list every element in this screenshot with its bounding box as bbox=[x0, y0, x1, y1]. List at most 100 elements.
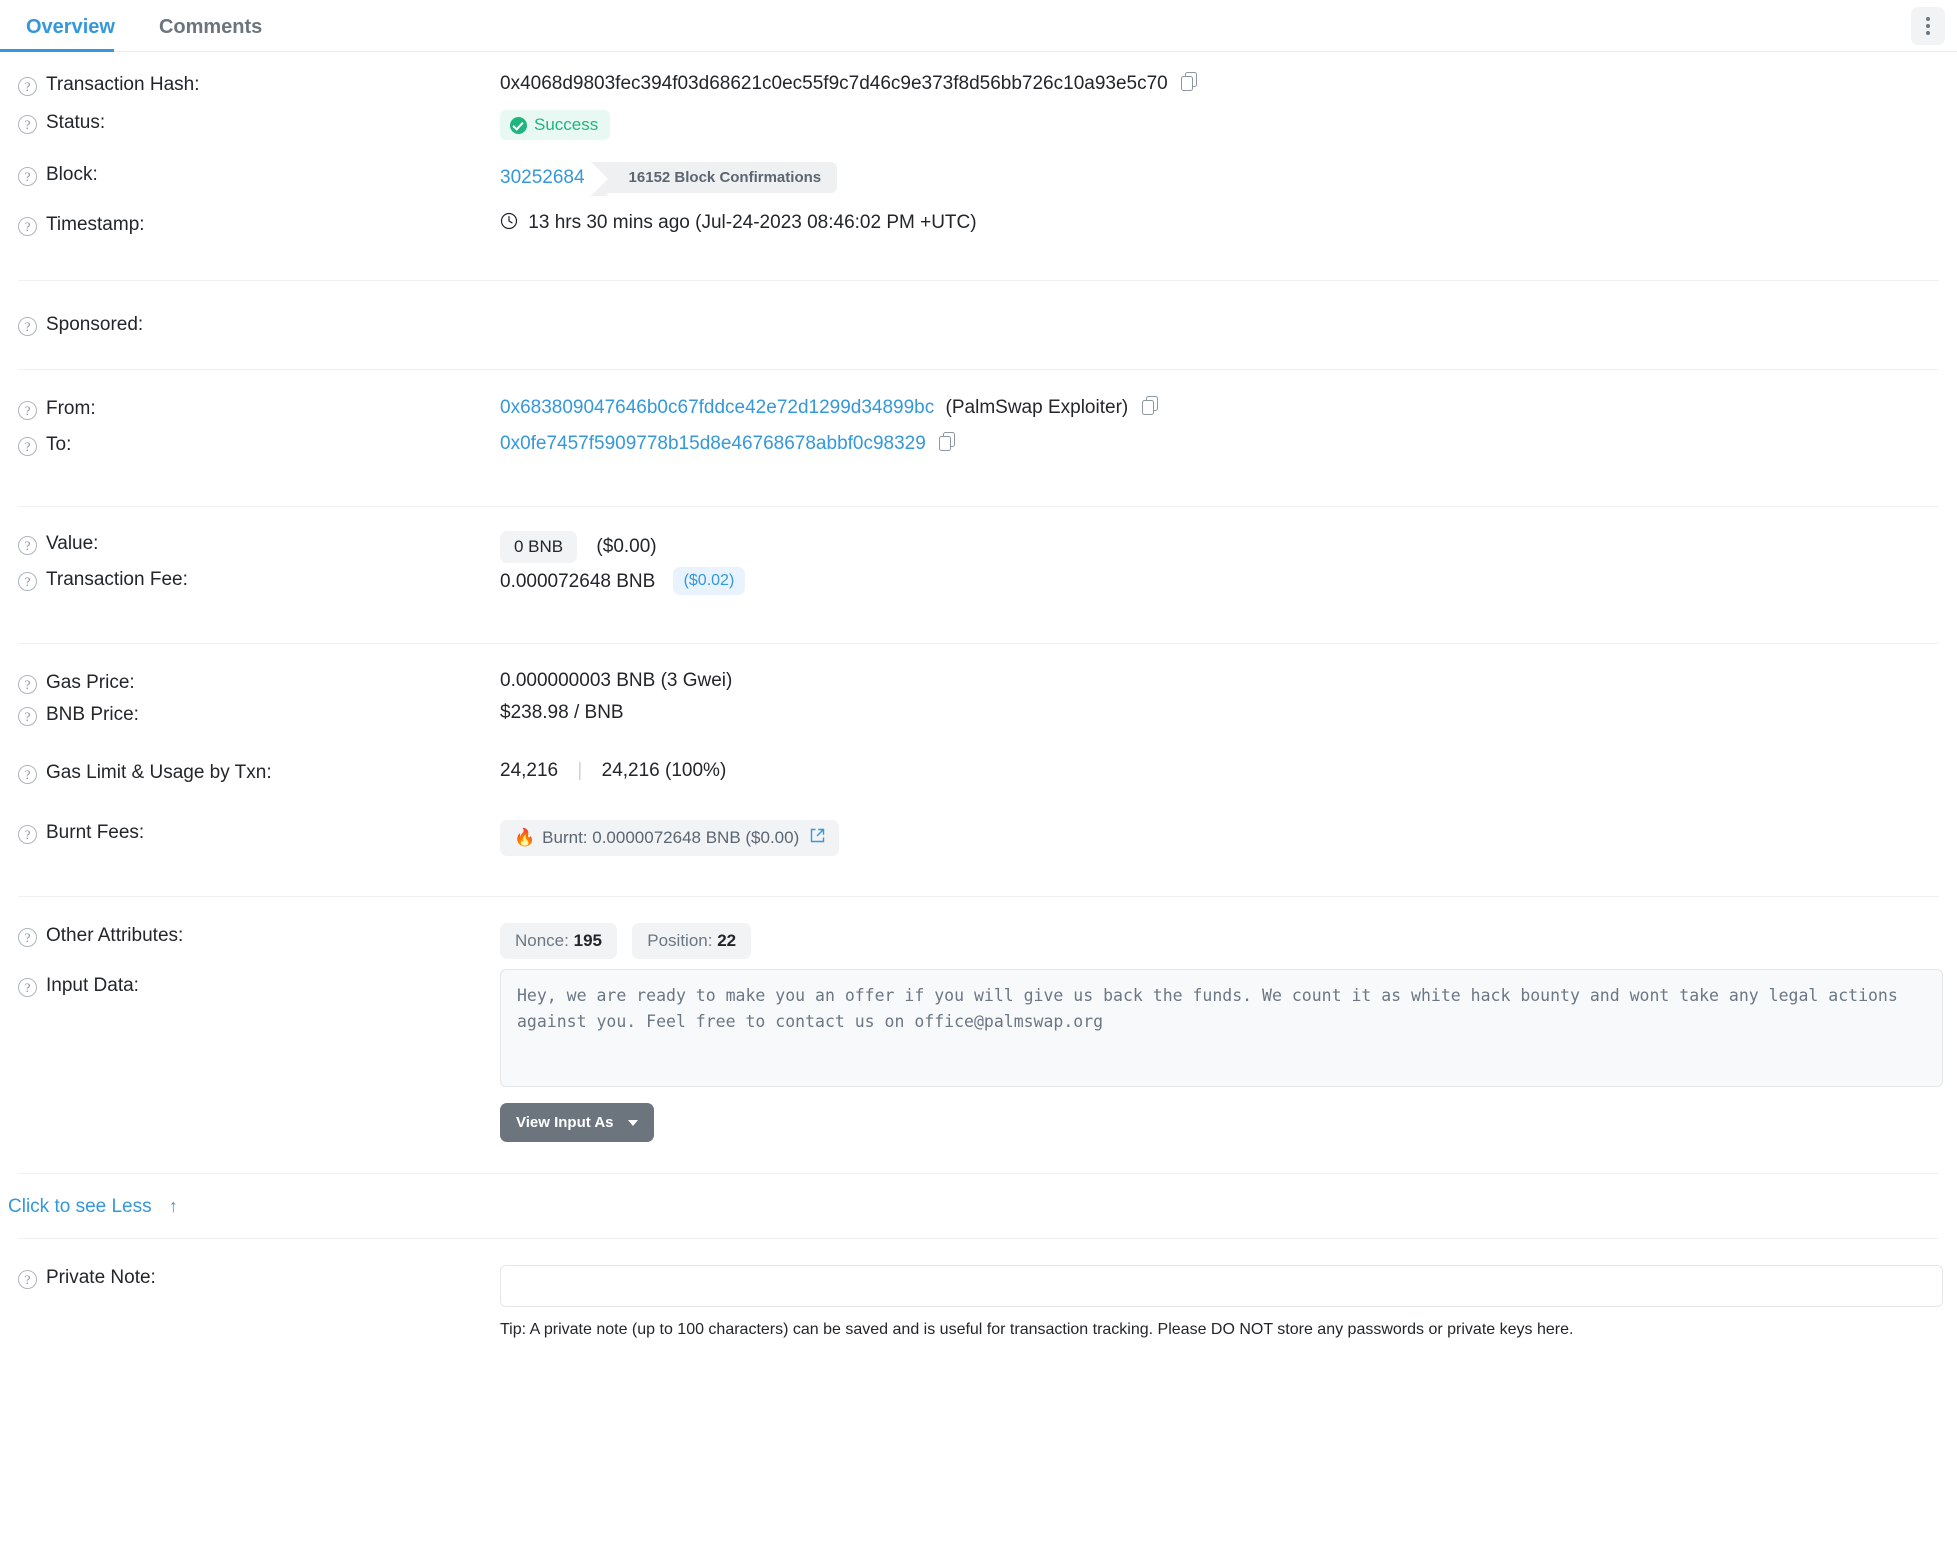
value-usd: ($0.00) bbox=[596, 536, 657, 557]
row-transaction-fee: ? Transaction Fee: 0.000072648 BNB ($0.0… bbox=[0, 565, 1957, 627]
row-gas-price: ? Gas Price: 0.000000003 BNB (3 Gwei) bbox=[0, 644, 1957, 700]
row-sponsored: ? Sponsored: bbox=[0, 281, 1957, 369]
help-icon[interactable]: ? bbox=[18, 317, 37, 336]
tab-overview[interactable]: Overview bbox=[4, 17, 137, 51]
row-transaction-hash: ? Transaction Hash: 0x4068d9803fec394f03… bbox=[0, 52, 1957, 108]
label-other-attributes: ? Other Attributes: bbox=[18, 921, 500, 947]
row-value-amount: ? Value: 0 BNB ($0.00) bbox=[0, 507, 1957, 565]
from-address-tag: (PalmSwap Exploiter) bbox=[945, 397, 1129, 418]
help-icon[interactable]: ? bbox=[18, 167, 37, 186]
help-icon[interactable]: ? bbox=[18, 401, 37, 420]
label-input-data: ? Input Data: bbox=[18, 967, 500, 997]
copy-icon[interactable] bbox=[939, 432, 956, 457]
label-burnt-fees: ? Burnt Fees: bbox=[18, 818, 500, 844]
help-icon[interactable]: ? bbox=[18, 825, 37, 844]
see-less-container: Click to see Less ↑ bbox=[0, 1174, 1957, 1238]
row-other-attributes: ? Other Attributes: Nonce: 195 Position:… bbox=[0, 897, 1957, 959]
gas-limit-amount: 24,216 bbox=[500, 760, 559, 781]
label-block: ? Block: bbox=[18, 160, 500, 186]
help-icon[interactable]: ? bbox=[18, 978, 37, 997]
tab-bar: Overview Comments bbox=[0, 0, 1957, 52]
value-other-attributes: Nonce: 195 Position: 22 bbox=[500, 921, 1939, 959]
row-gas-limit: ? Gas Limit & Usage by Txn: 24,216 | 24,… bbox=[0, 758, 1957, 818]
arrow-up-icon[interactable]: ↑ bbox=[169, 1196, 178, 1216]
fee-usd-pill: ($0.02) bbox=[672, 567, 746, 595]
value-status: Success bbox=[500, 108, 1939, 140]
label-transaction-hash: ? Transaction Hash: bbox=[18, 70, 500, 96]
chevron-down-icon bbox=[627, 1119, 638, 1126]
label-gas-limit: ? Gas Limit & Usage by Txn: bbox=[18, 758, 500, 784]
label-transaction-fee: ? Transaction Fee: bbox=[18, 565, 500, 591]
value-from: 0x683809047646b0c67fddce42e72d1299d34899… bbox=[500, 394, 1939, 421]
value-gas-limit: 24,216 | 24,216 (100%) bbox=[500, 758, 1939, 782]
position-value: 22 bbox=[717, 931, 737, 950]
position-label: Position: bbox=[647, 931, 713, 950]
label-bnb-price: ? BNB Price: bbox=[18, 700, 500, 726]
label-from: ? From: bbox=[18, 394, 500, 420]
help-icon[interactable]: ? bbox=[18, 1270, 37, 1289]
help-icon[interactable]: ? bbox=[18, 572, 37, 591]
row-to: ? To: 0x0fe7457f5909778b15d8e46768678abb… bbox=[0, 430, 1957, 488]
label-status: ? Status: bbox=[18, 108, 500, 134]
row-block: ? Block: 30252684 16152 Block Confirmati… bbox=[0, 160, 1957, 210]
help-icon[interactable]: ? bbox=[18, 77, 37, 96]
row-status: ? Status: Success bbox=[0, 108, 1957, 160]
copy-icon[interactable] bbox=[1181, 72, 1198, 97]
kebab-menu-icon[interactable] bbox=[1911, 7, 1945, 45]
help-icon[interactable]: ? bbox=[18, 437, 37, 456]
value-private-note: Tip: A private note (up to 100 character… bbox=[500, 1263, 1943, 1339]
tab-comments[interactable]: Comments bbox=[137, 17, 284, 51]
status-text: Success bbox=[534, 115, 599, 134]
row-input-data: ? Input Data: View Input As bbox=[0, 959, 1957, 1159]
status-badge: Success bbox=[500, 110, 611, 140]
value-pill: 0 BNB bbox=[500, 531, 578, 563]
active-tab-underline bbox=[0, 49, 114, 52]
burnt-fees-text: Burnt: 0.0000072648 BNB ($0.00) bbox=[542, 828, 800, 847]
value-sponsored bbox=[500, 324, 1939, 326]
value-gas-price: 0.000000003 BNB (3 Gwei) bbox=[500, 670, 733, 691]
label-sponsored: ? Sponsored: bbox=[18, 314, 500, 336]
label-private-note: ? Private Note: bbox=[18, 1263, 500, 1289]
from-address-link[interactable]: 0x683809047646b0c67fddce42e72d1299d34899… bbox=[500, 397, 934, 418]
input-data-textarea[interactable] bbox=[500, 969, 1943, 1087]
help-icon[interactable]: ? bbox=[18, 707, 37, 726]
row-timestamp: ? Timestamp: 13 hrs 30 mins ago (Jul-24-… bbox=[0, 210, 1957, 268]
row-private-note: ? Private Note: Tip: A private note (up … bbox=[0, 1239, 1957, 1359]
help-icon[interactable]: ? bbox=[18, 928, 37, 947]
private-note-tip: Tip: A private note (up to 100 character… bbox=[500, 1321, 1574, 1338]
help-icon[interactable]: ? bbox=[18, 765, 37, 784]
row-burnt-fees: ? Burnt Fees: 🔥 Burnt: 0.0000072648 BNB … bbox=[0, 818, 1957, 880]
nonce-badge: Nonce: 195 bbox=[500, 923, 617, 959]
gas-usage-amount: 24,216 (100%) bbox=[601, 760, 727, 781]
check-circle-icon bbox=[510, 116, 527, 134]
block-number-link[interactable]: 30252684 bbox=[500, 167, 585, 189]
value-to: 0x0fe7457f5909778b15d8e46768678abbf0c983… bbox=[500, 430, 1939, 457]
kebab-dot bbox=[1926, 31, 1930, 35]
timestamp-text: 13 hrs 30 mins ago (Jul-24-2023 08:46:02… bbox=[528, 212, 977, 233]
nonce-label: Nonce: bbox=[515, 931, 569, 950]
row-bnb-price: ? BNB Price: $238.98 / BNB bbox=[0, 700, 1957, 758]
value-block: 30252684 16152 Block Confirmations bbox=[500, 160, 1939, 196]
label-value: ? Value: bbox=[18, 529, 500, 555]
value-transaction-fee: 0.000072648 BNB ($0.02) bbox=[500, 565, 1939, 595]
help-icon[interactable]: ? bbox=[18, 675, 37, 694]
help-icon[interactable]: ? bbox=[18, 217, 37, 236]
help-icon[interactable]: ? bbox=[18, 115, 37, 134]
label-timestamp: ? Timestamp: bbox=[18, 210, 500, 236]
transaction-hash-text: 0x4068d9803fec394f03d68621c0ec55f9c7d46c… bbox=[500, 73, 1168, 94]
click-to-see-less-link[interactable]: Click to see Less bbox=[8, 1196, 152, 1217]
kebab-dot bbox=[1926, 24, 1930, 28]
value-amount: 0 BNB ($0.00) bbox=[500, 529, 1939, 563]
private-note-textarea[interactable] bbox=[500, 1265, 1943, 1307]
value-bnb-price: $238.98 / BNB bbox=[500, 702, 624, 723]
value-input-data: View Input As bbox=[500, 967, 1943, 1142]
help-icon[interactable]: ? bbox=[18, 536, 37, 555]
position-badge: Position: 22 bbox=[632, 923, 752, 959]
block-confirmations-badge: 16152 Block Confirmations bbox=[590, 162, 838, 196]
flame-icon: 🔥 bbox=[514, 828, 536, 847]
view-input-as-button[interactable]: View Input As bbox=[500, 1103, 654, 1142]
to-address-link[interactable]: 0x0fe7457f5909778b15d8e46768678abbf0c983… bbox=[500, 433, 926, 454]
external-link-icon[interactable] bbox=[810, 828, 825, 848]
value-timestamp: 13 hrs 30 mins ago (Jul-24-2023 08:46:02… bbox=[500, 210, 1939, 236]
copy-icon[interactable] bbox=[1141, 396, 1159, 421]
